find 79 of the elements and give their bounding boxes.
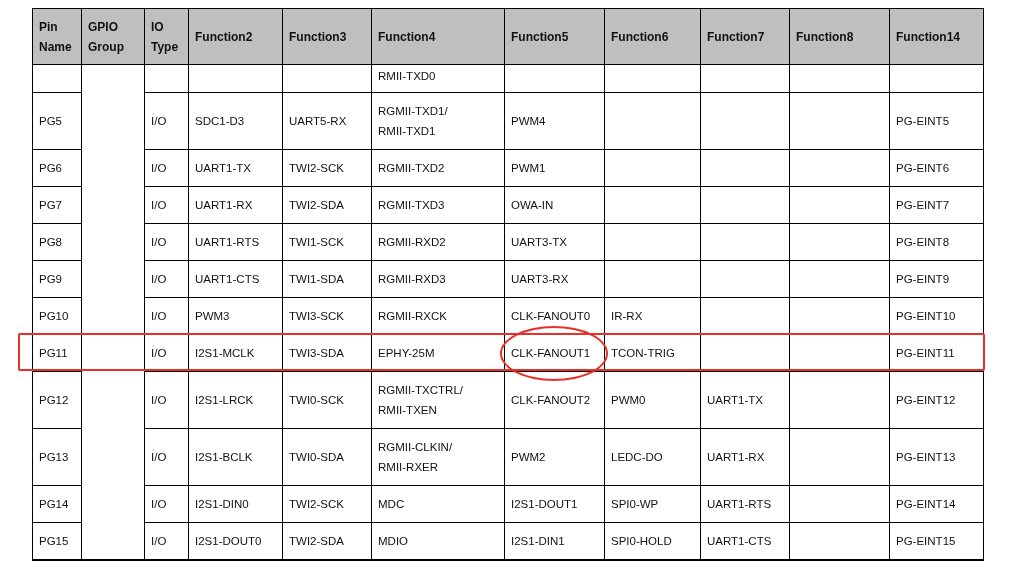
table-cell: TWI1-SCK	[282, 223, 372, 261]
column-header: Function6	[604, 8, 701, 65]
table-cell: PG7	[32, 186, 82, 224]
table-cell: PG-EINT13	[889, 428, 984, 486]
table-cell: PG-EINT14	[889, 485, 984, 523]
table-cell: PG12	[32, 371, 82, 429]
table-cell: PG14	[32, 485, 82, 523]
table-cell: I/O	[144, 485, 189, 523]
table-cell: LEDC-DO	[604, 428, 701, 486]
table-cell: I/O	[144, 260, 189, 298]
column-header: Function5	[504, 8, 605, 65]
column-header: Function7	[700, 8, 790, 65]
table-cell: I2S1-DOUT1	[504, 485, 605, 523]
table-cell: UART1-TX	[188, 149, 283, 187]
table-cell: I2S1-BCLK	[188, 428, 283, 486]
table-cell: I2S1-LRCK	[188, 371, 283, 429]
column-header: GPIO Group	[81, 8, 145, 65]
table-cell: RGMII-CLKIN/ RMII-RXER	[371, 428, 505, 486]
column-header: IO Type	[144, 8, 189, 65]
table-cell: UART3-TX	[504, 223, 605, 261]
table-cell: PWM0	[604, 371, 701, 429]
table-cell: UART3-RX	[504, 260, 605, 298]
table-cell: PG-EINT9	[889, 260, 984, 298]
table-cell: TWI1-SDA	[282, 260, 372, 298]
table-cell: RGMII-RXD2	[371, 223, 505, 261]
table-cell: SDC1-D3	[188, 92, 283, 150]
table-cell: I/O	[144, 334, 189, 372]
table-cell: UART1-RX	[700, 428, 790, 486]
table-cell: UART1-RTS	[188, 223, 283, 261]
table-cell: TWI0-SDA	[282, 428, 372, 486]
table-cell: UART1-RX	[188, 186, 283, 224]
table-cell: TWI2-SDA	[282, 186, 372, 224]
table-cell: I/O	[144, 186, 189, 224]
table-cell: RGMII-TXD1/ RMII-TXD1	[371, 92, 505, 150]
table-cell: RGMII-RXD3	[371, 260, 505, 298]
table-cell: TWI3-SDA	[282, 334, 372, 372]
table-cell: I/O	[144, 428, 189, 486]
table-cell: PG6	[32, 149, 82, 187]
table-cell: PWM1	[504, 149, 605, 187]
column-header: Function14	[889, 8, 984, 65]
table-cell: I2S1-DIN0	[188, 485, 283, 523]
table-cell: TCON-TRIG	[604, 334, 701, 372]
table-cell: PG-EINT6	[889, 149, 984, 187]
column-header: Function8	[789, 8, 890, 65]
table-cell: PG-EINT12	[889, 371, 984, 429]
column-header: Function4	[371, 8, 505, 65]
table-cell: CLK-FANOUT2	[504, 371, 605, 429]
table-cell: PG-EINT5	[889, 92, 984, 150]
table-cell: PG8	[32, 223, 82, 261]
table-cell: RMII-TXD0	[371, 64, 505, 93]
table-cell: UART5-RX	[282, 92, 372, 150]
table-cell: RGMII-TXD3	[371, 186, 505, 224]
column-header: Function2	[188, 8, 283, 65]
table-cell: I/O	[144, 371, 189, 429]
table-cell: PG9	[32, 260, 82, 298]
table-cell: OWA-IN	[504, 186, 605, 224]
table-cell: RGMII-TXD2	[371, 149, 505, 187]
table-cell: PG-EINT7	[889, 186, 984, 224]
table-cell: RGMII-TXCTRL/ RMII-TXEN	[371, 371, 505, 429]
table-cell: PG5	[32, 92, 82, 150]
table-cell: I/O	[144, 92, 189, 150]
table-cell: TWI0-SCK	[282, 371, 372, 429]
table-cell: SPI0-WP	[604, 485, 701, 523]
table-cell: MDC	[371, 485, 505, 523]
table-cell: EPHY-25M	[371, 334, 505, 372]
table-cell: UART1-CTS	[188, 260, 283, 298]
table-cell: I2S1-MCLK	[188, 334, 283, 372]
column-header: Function3	[282, 8, 372, 65]
table-cell: PG-EINT8	[889, 223, 984, 261]
column-header: Pin Name	[32, 8, 82, 65]
table-cell: TWI2-SCK	[282, 485, 372, 523]
table-cell: UART1-TX	[700, 371, 790, 429]
table-cell: PWM4	[504, 92, 605, 150]
table-cell: I/O	[144, 223, 189, 261]
table-cell: UART1-RTS	[700, 485, 790, 523]
table-cell: PWM2	[504, 428, 605, 486]
table-cell: I/O	[144, 149, 189, 187]
table-cell: PG13	[32, 428, 82, 486]
table-cell: TWI2-SCK	[282, 149, 372, 187]
